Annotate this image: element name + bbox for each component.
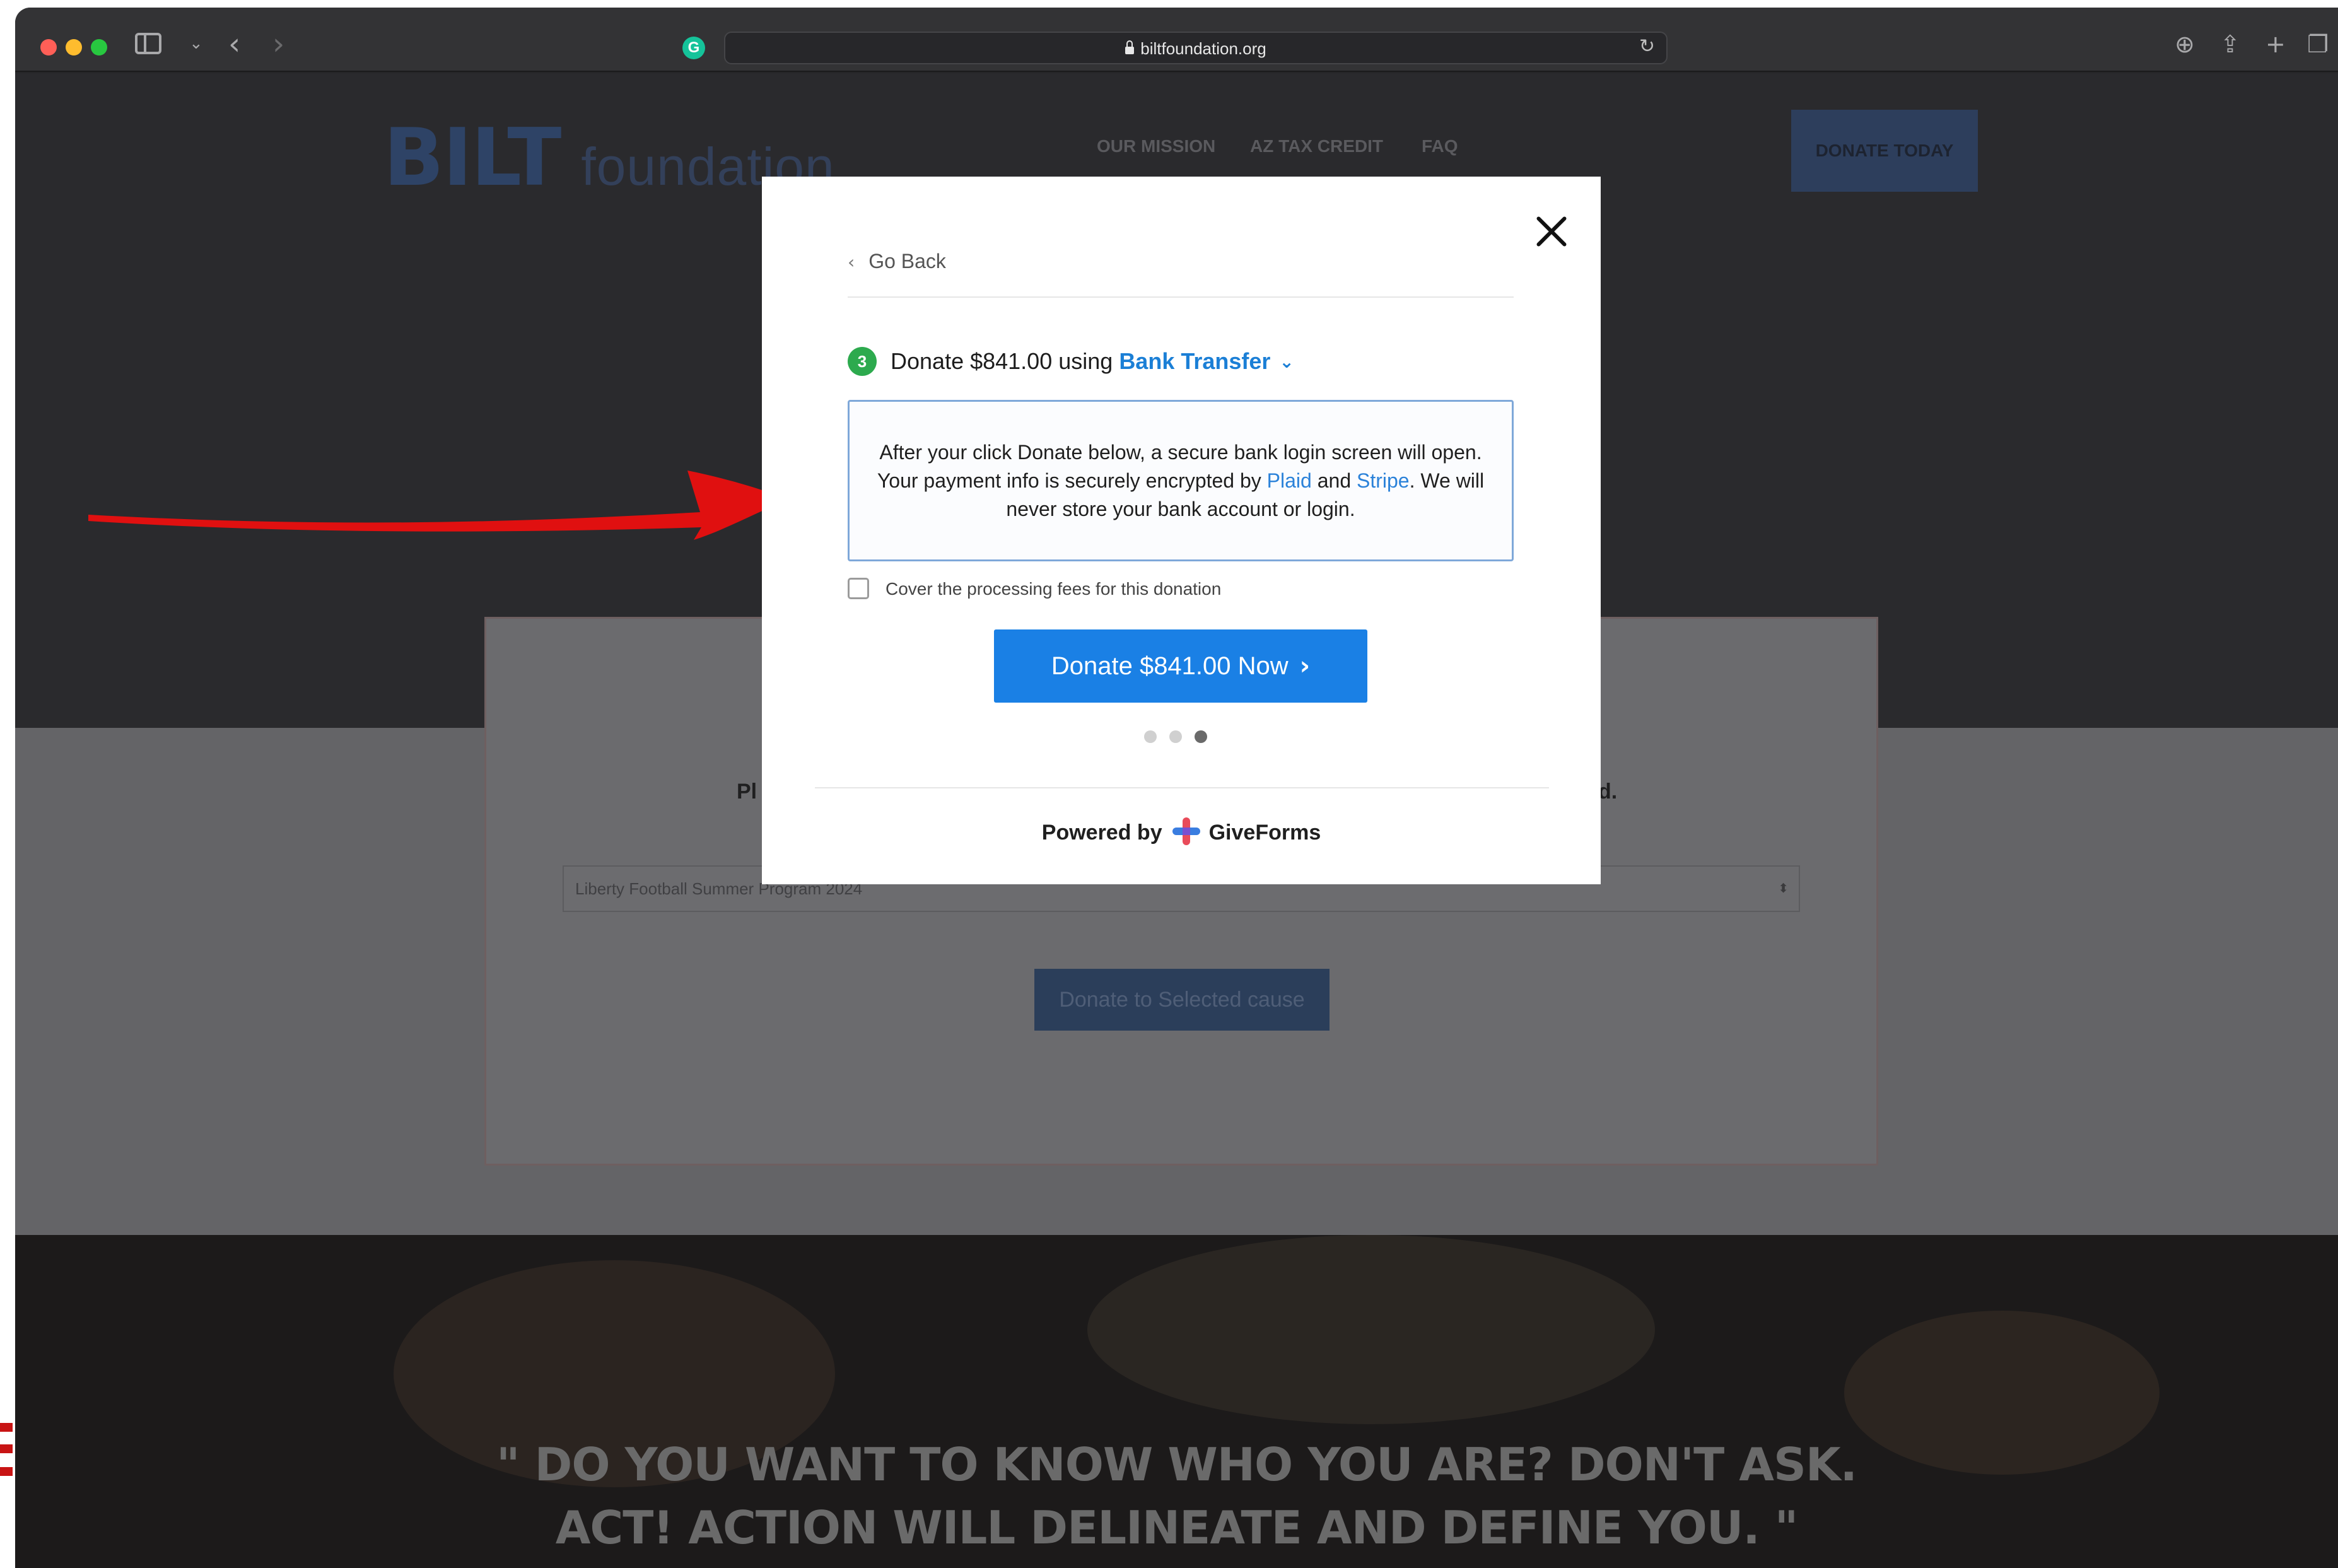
donation-modal: ‹ Go Back 3 Donate $841.00 using Bank Tra… <box>762 177 1601 884</box>
powered-by: Powered by GiveForms <box>762 817 1601 848</box>
quote-text: " DO YOU WANT TO KNOW WHO YOU ARE? DON'T… <box>15 1433 2338 1559</box>
download-icon[interactable]: ⊕ <box>2175 30 2195 58</box>
browser-toolbar: ⌄ ‹ › G biltfoundation.org ↻ ⊕ ⇪ + ❐ <box>15 8 2338 72</box>
go-back-link[interactable]: ‹ Go Back <box>848 250 946 273</box>
donate-selected-cause-button[interactable]: Donate to Selected cause <box>1034 969 1330 1031</box>
cover-fees-checkbox[interactable] <box>848 578 869 599</box>
chevron-down-icon[interactable]: ⌄ <box>189 34 203 53</box>
hero-texture <box>1087 1235 1655 1424</box>
tab-overview-icon[interactable]: ❐ <box>2307 30 2329 58</box>
quote-line-2: ACT! ACTION WILL DELINEATE AND DEFINE YO… <box>555 1501 1799 1554</box>
close-icon[interactable] <box>1529 209 1573 254</box>
divider <box>815 787 1549 788</box>
window-maximize-button[interactable] <box>91 39 107 56</box>
donate-now-button[interactable]: Donate $841.00 Now › <box>994 629 1367 703</box>
step-badge: 3 <box>848 347 877 376</box>
plaid-link[interactable]: Plaid <box>1267 469 1312 492</box>
new-tab-icon[interactable]: + <box>2265 30 2286 58</box>
reload-icon[interactable]: ↻ <box>1639 35 1655 57</box>
nav-az-tax-credit[interactable]: AZ TAX CREDIT <box>1250 136 1383 156</box>
edge-mark <box>0 1423 13 1432</box>
share-icon[interactable]: ⇪ <box>2220 30 2240 58</box>
lock-icon <box>1125 40 1135 54</box>
step-title: Donate $841.00 using Bank Transfer ⌄ <box>891 348 1294 374</box>
step-dot-2 <box>1169 730 1182 743</box>
giveforms-logo-icon <box>1172 817 1200 845</box>
stripe-link[interactable]: Stripe <box>1357 469 1410 492</box>
sidebar-toggle-icon[interactable] <box>135 33 161 54</box>
url-text: biltfoundation.org <box>1140 39 1266 58</box>
chevron-left-icon: ‹ <box>848 252 855 272</box>
card-heading-right: d. <box>1598 780 1618 804</box>
chevron-down-icon: ⌄ <box>1279 351 1294 372</box>
nav-our-mission[interactable]: OUR MISSION <box>1097 136 1215 156</box>
forward-arrow-icon[interactable]: › <box>272 26 284 62</box>
edge-mark <box>0 1444 13 1453</box>
edge-mark <box>0 1467 13 1476</box>
address-bar[interactable]: biltfoundation.org ↻ <box>724 32 1668 64</box>
giveforms-brand[interactable]: GiveForms <box>1209 821 1321 845</box>
grammarly-extension-icon[interactable]: G <box>682 37 705 59</box>
payment-method-dropdown[interactable]: Bank Transfer ⌄ <box>1119 348 1294 374</box>
step-dot-1 <box>1144 730 1157 743</box>
select-arrows-icon: ⬍ <box>1778 882 1789 896</box>
cover-fees-label[interactable]: Cover the processing fees for this donat… <box>886 579 1221 599</box>
window-minimize-button[interactable] <box>66 39 82 56</box>
nav-faq[interactable]: FAQ <box>1422 136 1458 156</box>
window-close-button[interactable] <box>40 39 57 56</box>
donate-today-button[interactable]: DONATE TODAY <box>1791 110 1978 192</box>
bank-transfer-info-box: After your click Donate below, a secure … <box>848 400 1514 561</box>
step-dot-3-active <box>1195 730 1207 743</box>
quote-line-1: " DO YOU WANT TO KNOW WHO YOU ARE? DON'T… <box>496 1438 1857 1491</box>
back-arrow-icon[interactable]: ‹ <box>228 26 240 62</box>
card-heading-left: Pl <box>737 780 757 804</box>
divider <box>848 296 1514 298</box>
chevron-right-icon: › <box>1299 652 1311 681</box>
